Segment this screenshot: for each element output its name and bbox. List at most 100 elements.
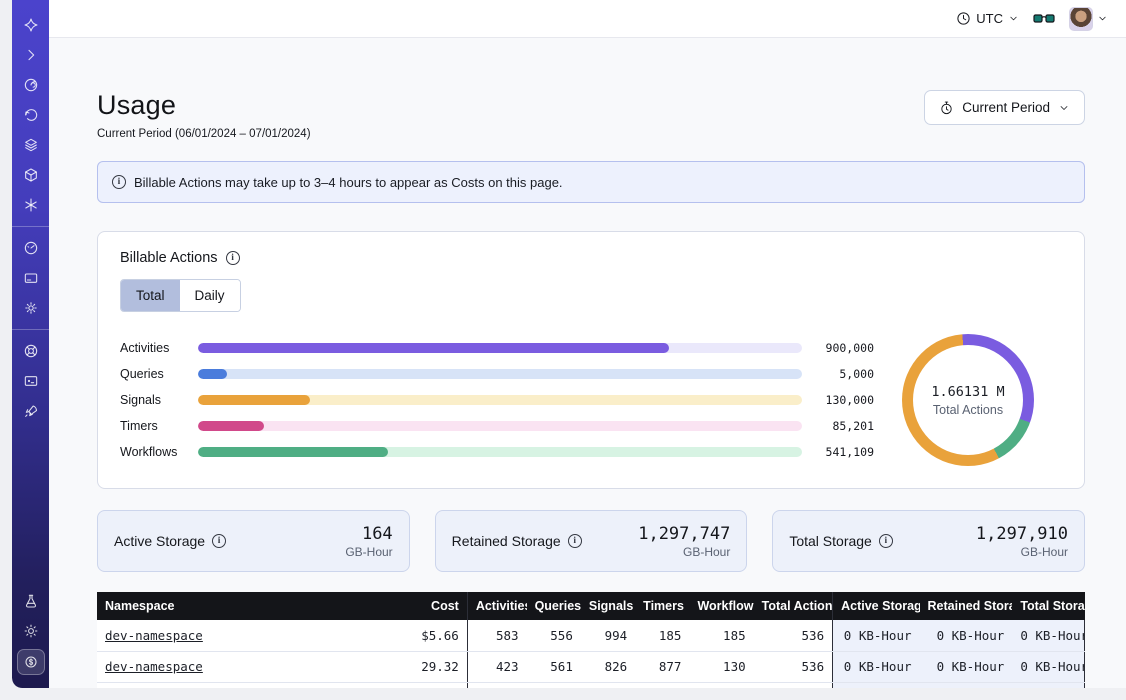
retained-storage-cell: 0 KB-Hour <box>920 682 1013 688</box>
retained-storage-cell: 0 KB-Hour <box>920 620 1013 651</box>
table-row: dev-namespace $3.35 492 536 883 816 600 … <box>97 682 1085 688</box>
cube-icon[interactable] <box>17 163 45 187</box>
col-queries: Queries <box>527 592 581 620</box>
storage-card-label: Total Storage <box>789 533 872 549</box>
namespace-link[interactable]: dev-namespace <box>105 659 203 674</box>
bar-value: 5,000 <box>802 367 874 381</box>
bar-row-queries: Queries 5,000 <box>120 361 874 387</box>
storage-card-label: Active Storage <box>114 533 205 549</box>
storage-card-unit: GB-Hour <box>976 545 1068 559</box>
asterisk-icon[interactable] <box>17 193 45 217</box>
lifebuoy-icon[interactable] <box>17 339 45 363</box>
bar-value: 541,109 <box>802 445 874 459</box>
rocket-icon[interactable] <box>17 399 45 423</box>
storage-card-value: 164 <box>345 524 392 544</box>
dollar-coin-icon[interactable] <box>17 649 45 675</box>
sidebar-divider <box>12 329 49 330</box>
total-daily-toggle: Total Daily <box>120 279 241 312</box>
retained-storage-card: Retained Storage i 1,297,747 GB-Hour <box>435 510 748 572</box>
timezone-selector[interactable]: UTC <box>956 11 1019 26</box>
bar-fill <box>198 421 264 431</box>
signals-cell: 826 <box>581 651 635 682</box>
bar-track <box>198 369 802 379</box>
cost-cell: 29.32 <box>393 651 467 682</box>
col-total-storage: Total Storage <box>1012 592 1084 620</box>
layers-icon[interactable] <box>17 133 45 157</box>
timers-cell: 877 <box>635 651 689 682</box>
page-subtitle: Current Period (06/01/2024 – 07/01/2024) <box>97 128 311 140</box>
total-storage-cell: 0 KB-Hour <box>1012 682 1084 688</box>
col-signals: Signals <box>581 592 635 620</box>
monitor-icon[interactable] <box>17 369 45 393</box>
total-storage-cell: 0 KB-Hour <box>1012 620 1084 651</box>
storage-card-unit: GB-Hour <box>638 545 730 559</box>
chevron-down-icon <box>1097 13 1108 24</box>
chevron-down-icon <box>1058 102 1070 114</box>
tab-total[interactable]: Total <box>121 280 180 311</box>
info-icon[interactable]: i <box>212 534 226 548</box>
app-window: UTC Usage Current Period (06/01/2024 – 0… <box>12 0 1126 688</box>
info-banner: i Billable Actions may take up to 3–4 ho… <box>97 161 1085 203</box>
spiral-icon[interactable] <box>17 73 45 97</box>
user-menu[interactable] <box>1069 7 1108 31</box>
total-actions-value: 1.66131 M <box>931 384 1004 400</box>
total-storage-cell: 0 KB-Hour <box>1012 651 1084 682</box>
col-activities: Activities <box>467 592 526 620</box>
glasses-icon[interactable] <box>1033 12 1055 26</box>
total-actions-cell: 536 <box>754 620 833 651</box>
namespace-link[interactable]: dev-namespace <box>105 628 203 643</box>
retained-storage-cell: 0 KB-Hour <box>920 651 1013 682</box>
bar-label: Signals <box>120 393 198 407</box>
info-icon[interactable]: i <box>226 251 240 265</box>
total-actions-label: Total Actions <box>933 403 1003 417</box>
donut-center: 1.66131 M Total Actions <box>913 345 1023 455</box>
bar-row-activities: Activities 900,000 <box>120 335 874 361</box>
storage-card-value: 1,297,910 <box>976 524 1068 544</box>
main-area: UTC Usage Current Period (06/01/2024 – 0… <box>49 0 1126 688</box>
col-workflows: Workflows <box>689 592 753 620</box>
banner-text: Billable Actions may take up to 3–4 hour… <box>134 175 563 190</box>
active-storage-cell: 0 KB-Hour <box>833 651 920 682</box>
bar-row-timers: Timers 85,201 <box>120 413 874 439</box>
active-storage-cell: 0 KB-Hour <box>833 620 920 651</box>
flask-icon[interactable] <box>17 589 45 613</box>
total-storage-card: Total Storage i 1,297,910 GB-Hour <box>772 510 1085 572</box>
workflows-cell: 600 <box>689 682 753 688</box>
period-selector-button[interactable]: Current Period <box>924 90 1085 125</box>
page-title: Usage <box>97 90 311 121</box>
gauge-icon[interactable] <box>17 236 45 260</box>
col-namespace: Namespace <box>97 592 393 620</box>
topbar: UTC <box>49 0 1126 38</box>
bar-row-signals: Signals 130,000 <box>120 387 874 413</box>
queries-cell: 536 <box>527 682 581 688</box>
info-icon[interactable]: i <box>879 534 893 548</box>
bar-value: 85,201 <box>802 419 874 433</box>
active-storage-card: Active Storage i 164 GB-Hour <box>97 510 410 572</box>
bar-fill <box>198 395 310 405</box>
activities-cell: 583 <box>467 620 526 651</box>
gear-icon[interactable] <box>17 296 45 320</box>
sidebar-divider <box>12 226 49 227</box>
table-header-row: Namespace Cost Activities Queries Signal… <box>97 592 1085 620</box>
activities-cell: 423 <box>467 651 526 682</box>
sun-icon[interactable] <box>17 619 45 643</box>
col-active-storage: Active Storage <box>833 592 920 620</box>
credit-card-icon[interactable] <box>17 266 45 290</box>
usage-page: Usage Current Period (06/01/2024 – 07/01… <box>49 38 1126 688</box>
pinwheel-logo-icon[interactable] <box>17 13 45 37</box>
cost-cell: $3.35 <box>393 682 467 688</box>
namespace-usage-table: Namespace Cost Activities Queries Signal… <box>97 592 1085 688</box>
bar-track <box>198 343 802 353</box>
tab-daily[interactable]: Daily <box>180 280 240 311</box>
chevron-right-icon[interactable] <box>17 43 45 67</box>
bar-fill <box>198 369 227 379</box>
history-icon[interactable] <box>17 103 45 127</box>
billable-actions-chart: Activities 900,000 Queries 5,000 Signals <box>120 334 1062 466</box>
bar-fill <box>198 343 669 353</box>
info-icon[interactable]: i <box>568 534 582 548</box>
queries-cell: 561 <box>527 651 581 682</box>
workflows-cell: 185 <box>689 620 753 651</box>
bar-fill <box>198 447 388 457</box>
storage-card-unit: GB-Hour <box>345 545 392 559</box>
table-row: dev-namespace $5.66 583 556 994 185 185 … <box>97 620 1085 651</box>
